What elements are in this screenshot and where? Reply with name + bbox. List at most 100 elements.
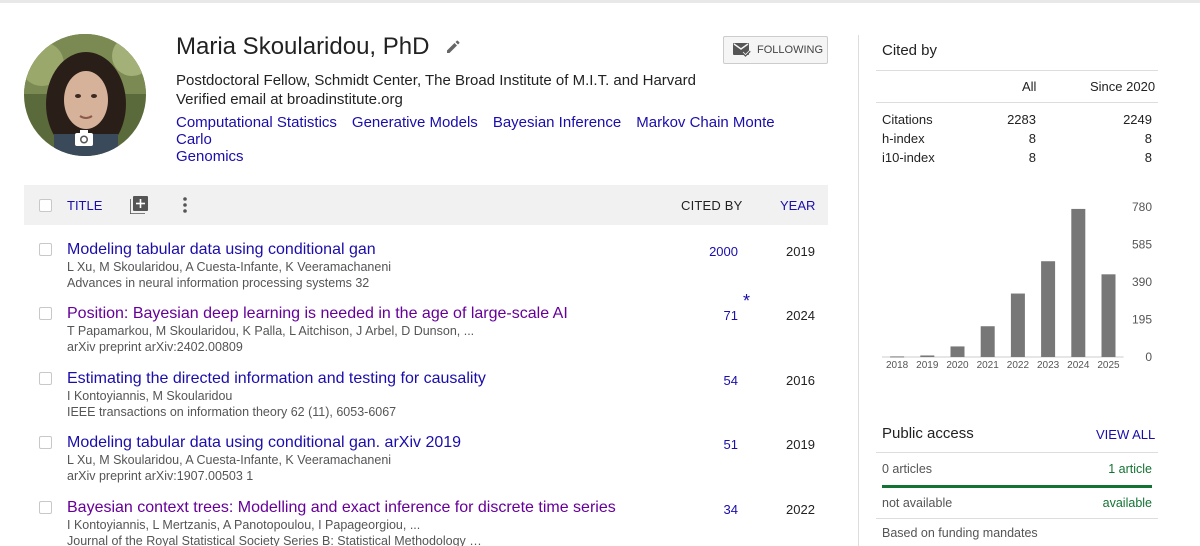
article-title-link[interactable]: Position: Bayesian deep learning is need… (67, 305, 568, 323)
divider (876, 102, 1158, 103)
not-available-count[interactable]: 0 articles (882, 462, 932, 476)
row-checkbox[interactable] (39, 501, 52, 514)
article-year: 2016 (786, 373, 815, 388)
article-venue: arXiv preprint arXiv:2402.00809 (67, 340, 243, 354)
col-since-header: Since 2020 (1090, 79, 1156, 94)
sidebar-divider (858, 35, 859, 546)
funding-mandates-note: Based on funding mandates (882, 526, 1038, 540)
article-year: 2024 (786, 308, 815, 323)
article-authors: T Papamarkou, M Skoularidou, K Palla, L … (67, 324, 475, 338)
metric-all: 8 (1028, 131, 1036, 146)
research-interests: Computational Statistics Generative Model… (176, 114, 816, 165)
more-options-icon[interactable] (182, 196, 188, 214)
not-available-label: not available (882, 496, 953, 510)
chart-bar-2019[interactable] (920, 355, 935, 357)
cited-by-count-link[interactable]: 71 (724, 308, 738, 323)
cited-by-count-link[interactable]: 34 (724, 502, 738, 517)
metric-label: Citations (882, 112, 933, 127)
table-row: Modeling tabular data using conditional … (24, 434, 828, 498)
article-year: 2019 (786, 244, 815, 259)
profile-email: Verified email at broadinstitute.org (176, 91, 403, 108)
article-year: 2019 (786, 437, 815, 452)
edit-pencil-icon[interactable] (445, 39, 461, 55)
chart-bar-2025[interactable] (1101, 274, 1116, 357)
article-title-link[interactable]: Modeling tabular data using conditional … (67, 241, 376, 259)
add-to-library-icon[interactable] (130, 196, 148, 214)
chart-bar-2023[interactable] (1041, 261, 1056, 357)
sort-by-year[interactable]: YEAR (780, 198, 815, 213)
top-border (0, 0, 1200, 3)
sort-by-title[interactable]: TITLE (67, 198, 102, 213)
camera-icon[interactable] (74, 129, 94, 147)
table-row: Modeling tabular data using conditional … (24, 241, 828, 305)
cited-by-count-link[interactable]: 51 (724, 437, 738, 452)
y-tick-label: 780 (1132, 200, 1152, 214)
article-title-link[interactable]: Bayesian context trees: Modelling and ex… (67, 499, 616, 517)
metric-since: 8 (1144, 150, 1152, 165)
article-authors: L Xu, M Skoularidou, A Cuesta-Infante, K… (67, 453, 392, 467)
x-tick-label: 2020 (946, 360, 969, 371)
x-tick-label: 2022 (1007, 360, 1030, 371)
interest-link[interactable]: Bayesian Inference (493, 114, 621, 131)
mail-check-icon (733, 43, 751, 57)
divider (876, 518, 1158, 519)
view-all-link[interactable]: VIEW ALL (1096, 427, 1155, 442)
x-tick-label: 2025 (1097, 360, 1120, 371)
article-venue: Journal of the Royal Statistical Society… (67, 534, 482, 546)
row-checkbox[interactable] (39, 372, 52, 385)
y-tick-label: 195 (1132, 313, 1152, 327)
x-tick-label: 2018 (886, 360, 909, 371)
metric-since: 8 (1144, 131, 1152, 146)
interest-link[interactable]: Computational Statistics (176, 114, 337, 131)
row-checkbox[interactable] (39, 243, 52, 256)
x-tick-label: 2023 (1037, 360, 1060, 371)
divider (876, 70, 1158, 71)
sort-by-cited[interactable]: CITED BY (681, 198, 743, 213)
article-venue: arXiv preprint arXiv:1907.00503 1 (67, 469, 254, 483)
metric-label: i10-index (882, 150, 935, 165)
metric-all: 8 (1028, 150, 1036, 165)
article-title-link[interactable]: Estimating the directed information and … (67, 370, 486, 388)
article-venue: Advances in neural information processin… (67, 276, 370, 290)
article-title-link[interactable]: Modeling tabular data using conditional … (67, 434, 461, 452)
available-label: available (1102, 496, 1152, 510)
row-checkbox[interactable] (39, 307, 52, 320)
article-venue: IEEE transactions on information theory … (67, 405, 397, 419)
col-all-header: All (1022, 79, 1037, 94)
cited-by-title: Cited by (882, 42, 938, 59)
profile-name-row: Maria Skoularidou, PhD (176, 33, 461, 61)
following-label: FOLLOWING (757, 44, 824, 56)
y-tick-label: 0 (1145, 350, 1152, 364)
article-authors: I Kontoyiannis, L Mertzanis, A Panotopou… (67, 518, 421, 532)
table-row: Bayesian context trees: Modelling and ex… (24, 499, 828, 546)
metric-label: h-index (882, 131, 925, 146)
chart-bar-2018[interactable] (890, 356, 905, 358)
metric-since: 2249 (1123, 112, 1152, 127)
profile-name: Maria Skoularidou, PhD (176, 33, 430, 60)
metric-all: 2283 (1007, 112, 1036, 127)
chart-bar-2020[interactable] (950, 346, 965, 357)
y-tick-label: 390 (1132, 275, 1152, 289)
following-button[interactable]: FOLLOWING (723, 36, 828, 64)
merged-citations-star[interactable]: * (743, 291, 750, 312)
interest-link[interactable]: Genomics (176, 148, 244, 165)
x-tick-label: 2021 (977, 360, 1000, 371)
available-count[interactable]: 1 article (1052, 462, 1152, 476)
interest-link[interactable]: Generative Models (352, 114, 478, 131)
profile-affiliation: Postdoctoral Fellow, Schmidt Center, The… (176, 72, 696, 89)
article-authors: L Xu, M Skoularidou, A Cuesta-Infante, K… (67, 260, 392, 274)
access-progress-fill (882, 485, 1152, 488)
row-checkbox[interactable] (39, 436, 52, 449)
citations-per-year-chart: 2018 2019 2020 2021 2022 2023 2024 2025 780 585 39… (882, 200, 1152, 371)
cited-by-count-link[interactable]: 54 (724, 373, 738, 388)
cited-by-count-link[interactable]: 2000 (709, 244, 738, 259)
y-tick-label: 585 (1132, 238, 1152, 252)
article-year: 2022 (786, 502, 815, 517)
articles-table-header: TITLE CITED BY YEAR (24, 185, 828, 225)
chart-bar-2021[interactable] (980, 326, 995, 357)
table-row: Position: Bayesian deep learning is need… (24, 291, 828, 369)
select-all-checkbox[interactable] (39, 199, 52, 212)
chart-bar-2022[interactable] (1010, 293, 1025, 357)
table-row: Estimating the directed information and … (24, 370, 828, 434)
chart-bar-2024[interactable] (1071, 208, 1086, 357)
